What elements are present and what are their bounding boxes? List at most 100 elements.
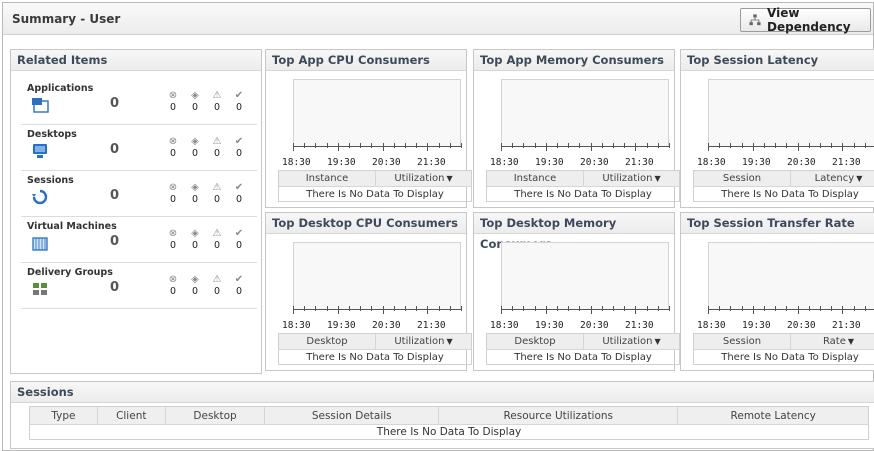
- axis-tick: [669, 143, 670, 148]
- status-count[interactable]: ⚠ 0: [208, 136, 226, 160]
- status-count[interactable]: ⊗ 0: [164, 228, 182, 252]
- chart-panel-title: Top Desktop Memory Consumers: [474, 213, 674, 251]
- status-count-value: 0: [235, 240, 243, 251]
- chart-table-header: Desktop Utilization ▼: [279, 334, 471, 350]
- axis-tick: [657, 306, 659, 311]
- status-count-value: 0: [191, 148, 199, 159]
- axis-tick: [534, 306, 536, 311]
- chart-panel-top-desktop-memory-consumers: Top Desktop Memory Consumers 18:30 19:30 20…: [473, 212, 680, 371]
- view-dependency-button[interactable]: View Dependency: [740, 6, 871, 34]
- column-header-sort-dropdown[interactable]: Utilization ▼: [584, 171, 679, 186]
- related-item-desktops[interactable]: Desktops 0 ⊗ 0 ◈ 0 ⚠ 0 ✔ 0: [21, 125, 257, 171]
- axis-tick: [315, 306, 317, 311]
- sessions-column-remote-latency[interactable]: Remote Latency: [678, 407, 868, 424]
- related-item-delivery-groups[interactable]: Delivery Groups 0 ⊗ 0 ◈ 0 ⚠ 0 ✔ 0: [21, 263, 257, 309]
- status-count[interactable]: ⚠ 0: [208, 182, 226, 206]
- status-count[interactable]: ✔ 0: [230, 136, 248, 160]
- ok-check-icon: ✔: [234, 136, 244, 147]
- status-count[interactable]: ✔ 0: [230, 90, 248, 114]
- axis-tick-label: 20:30: [787, 157, 816, 168]
- status-count[interactable]: ✔ 0: [230, 228, 248, 252]
- column-header-label: Utilization: [394, 173, 445, 184]
- sessions-column-type[interactable]: Type: [30, 407, 98, 424]
- chart-panel-top-app-cpu-consumers: Top App CPU Consumers 18:30 19:30 20:30 21:3…: [265, 49, 472, 208]
- axis-tick: [579, 143, 581, 148]
- desktops-icon: [31, 143, 49, 159]
- chart-plot-area: [293, 242, 461, 310]
- axis-tick: [371, 306, 373, 311]
- axis-tick: [635, 143, 637, 151]
- status-count[interactable]: ⊗ 0: [164, 274, 182, 298]
- chart-plot-area: [501, 79, 669, 147]
- warning-triangle-icon: ⚠: [212, 90, 222, 101]
- axis-tick-label: 20:30: [372, 157, 401, 168]
- column-header[interactable]: Desktop: [487, 334, 584, 349]
- axis-tick: [741, 306, 743, 311]
- axis-tick-label: 20:30: [372, 320, 401, 331]
- status-count[interactable]: ◈ 0: [186, 228, 204, 252]
- axis-tick: [741, 143, 743, 148]
- chart-data-table: Desktop Utilization ▼ There Is No Data To D…: [486, 333, 680, 365]
- status-count[interactable]: ◈ 0: [186, 90, 204, 114]
- axis-tick: [315, 143, 317, 148]
- status-count[interactable]: ⊗ 0: [164, 136, 182, 160]
- status-count[interactable]: ⚠ 0: [208, 90, 226, 114]
- sessions-column-session-details[interactable]: Session Details: [265, 407, 440, 424]
- summary-window: Summary - User View Dependency Related I…: [2, 2, 874, 451]
- status-count[interactable]: ⊗ 0: [164, 90, 182, 114]
- chart-panel-title: Top App CPU Consumers: [266, 50, 466, 71]
- sessions-column-client[interactable]: Client: [98, 407, 166, 424]
- status-count[interactable]: ◈ 0: [186, 182, 204, 206]
- related-item-count: 0: [110, 96, 120, 111]
- unknown-icon: ⊗: [168, 182, 178, 193]
- axis-tick-label: 20:30: [787, 320, 816, 331]
- axis-tick: [293, 306, 294, 314]
- status-count[interactable]: ✔ 0: [230, 182, 248, 206]
- warning-diamond-icon: ◈: [191, 182, 199, 193]
- sessions-icon: [31, 189, 49, 205]
- column-header[interactable]: Instance: [279, 171, 376, 186]
- axis-tick: [568, 143, 570, 148]
- no-data-message: There Is No Data To Display: [514, 352, 652, 363]
- column-header[interactable]: Session: [694, 334, 791, 349]
- status-count[interactable]: ⊗ 0: [164, 182, 182, 206]
- column-header[interactable]: Session: [694, 171, 791, 186]
- chart-data-table: Session Rate ▼ There Is No Data To Display: [693, 333, 874, 365]
- chart-plot-area: [501, 242, 669, 310]
- column-header-sort-dropdown[interactable]: Utilization ▼: [584, 334, 679, 349]
- warning-triangle-icon: ⚠: [212, 136, 222, 147]
- related-item-virtual-machines[interactable]: Virtual Machines 0 ⊗ 0 ◈ 0 ⚠ 0 ✔ 0: [21, 217, 257, 263]
- column-header[interactable]: Desktop: [279, 334, 376, 349]
- axis-tick: [864, 306, 866, 311]
- status-count[interactable]: ⚠ 0: [208, 228, 226, 252]
- axis-tick: [808, 143, 810, 148]
- axis-tick-label: 18:30: [282, 320, 311, 331]
- axis-tick: [523, 143, 525, 148]
- sessions-column-desktop[interactable]: Desktop: [166, 407, 266, 424]
- related-item-applications[interactable]: Applications 0 ⊗ 0 ◈ 0 ⚠ 0 ✔ 0: [21, 79, 257, 125]
- chart-x-axis: [501, 143, 670, 154]
- axis-tick: [557, 143, 558, 148]
- chart-x-axis: [293, 143, 462, 154]
- axis-tick: [719, 143, 721, 148]
- sessions-column-resource-utilizations[interactable]: Resource Utilizations: [439, 407, 679, 424]
- column-header-sort-dropdown[interactable]: Utilization ▼: [376, 334, 471, 349]
- chevron-down-icon: ▼: [847, 337, 855, 346]
- column-header-sort-dropdown[interactable]: Latency ▼: [791, 171, 874, 186]
- axis-tick-label: 19:30: [535, 157, 564, 168]
- status-counts: ⊗ 0 ◈ 0 ⚠ 0 ✔ 0: [164, 136, 254, 162]
- status-count[interactable]: ◈ 0: [186, 274, 204, 298]
- status-count[interactable]: ⚠ 0: [208, 274, 226, 298]
- column-header-sort-dropdown[interactable]: Rate ▼: [791, 334, 874, 349]
- column-header[interactable]: Instance: [487, 171, 584, 186]
- status-count[interactable]: ✔ 0: [230, 274, 248, 298]
- status-count[interactable]: ◈ 0: [186, 136, 204, 160]
- chart-plot-area: [708, 242, 874, 310]
- axis-tick: [797, 143, 799, 151]
- no-data-message: There Is No Data To Display: [306, 189, 444, 200]
- axis-tick-labels: 18:30 19:30 20:30 21:30: [490, 157, 680, 169]
- column-header-sort-dropdown[interactable]: Utilization ▼: [376, 171, 471, 186]
- axis-tick-label: 19:30: [327, 157, 356, 168]
- unknown-icon: ⊗: [168, 228, 178, 239]
- related-item-sessions[interactable]: Sessions 0 ⊗ 0 ◈ 0 ⚠ 0 ✔ 0: [21, 171, 257, 217]
